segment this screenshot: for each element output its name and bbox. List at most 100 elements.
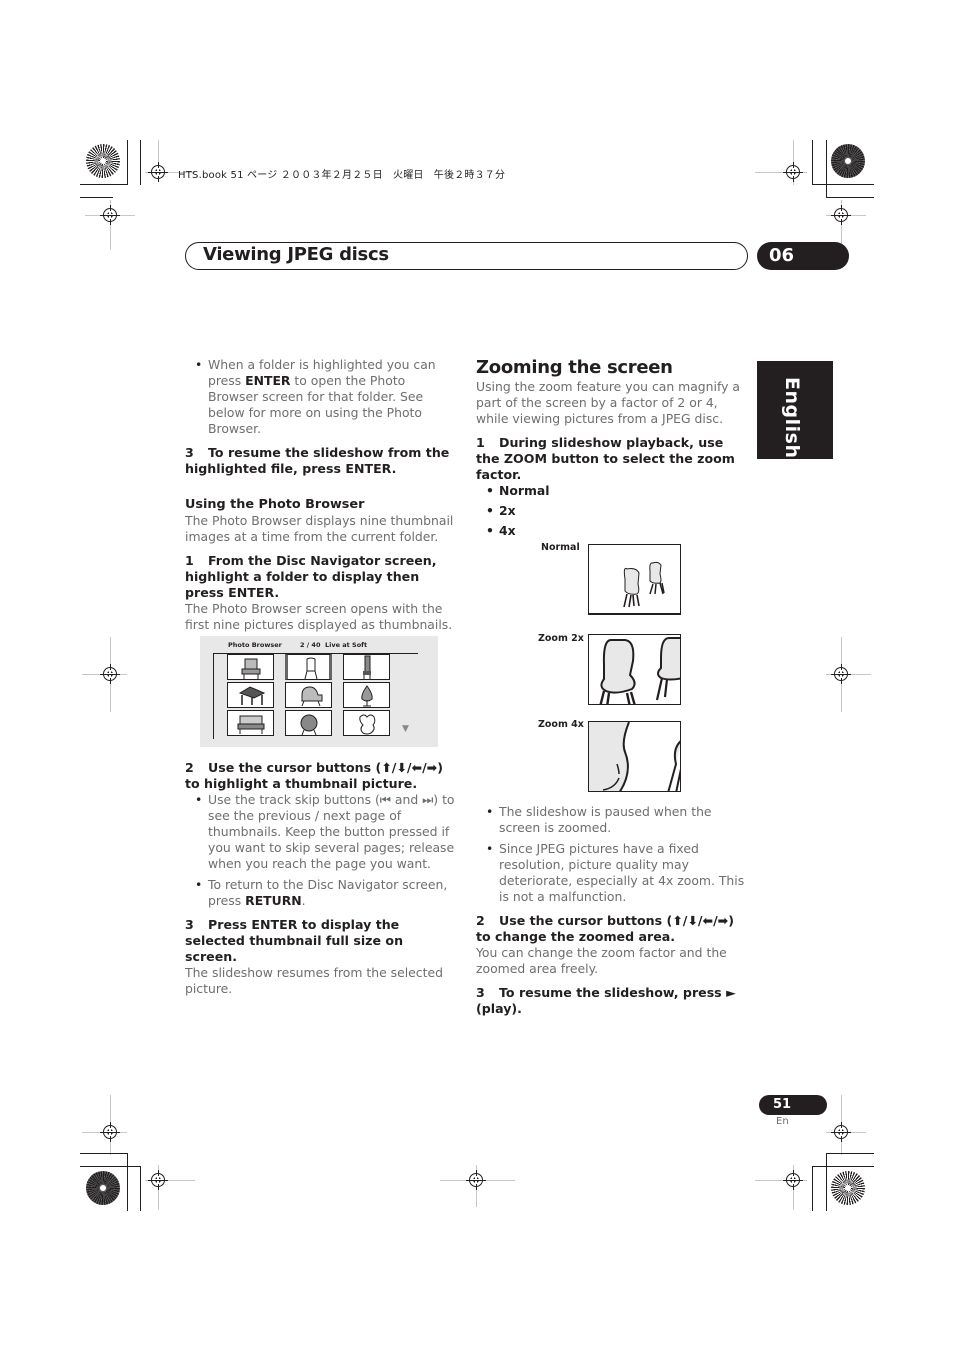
step-3-resume: 3 To resume the slideshow from the highli… (185, 445, 455, 477)
crop-line (826, 1153, 827, 1211)
step-number: 3 (476, 985, 485, 1000)
step-2-bullets: Use the track skip buttons (⏮ and ⏭) to … (185, 792, 455, 909)
thumbnail-round-chair[interactable] (285, 710, 332, 736)
list-item: When a folder is highlighted you can pre… (195, 357, 455, 437)
zoom-notes: The slideshow is paused when the screen … (476, 804, 748, 905)
list-item: To return to the Disc Navigator screen, … (195, 877, 455, 909)
page-language: En (776, 1116, 789, 1127)
tall-chair-icon (363, 655, 371, 680)
registration-target-icon (100, 1122, 120, 1142)
list-item: 4x (486, 523, 748, 539)
section-intro: The Photo Browser displays nine thumbnai… (185, 513, 454, 544)
crop-line (127, 1153, 128, 1211)
photo-browser-album: Live at Soft (325, 641, 368, 649)
step-2-zoom-area: 2 Use the cursor buttons (⬆/⬇/⬅/➡) to cha… (476, 913, 748, 945)
thumbnail-piano[interactable] (285, 682, 332, 708)
registration-target-icon (148, 1170, 168, 1190)
registration-target-icon (831, 664, 851, 684)
crop-line (140, 1166, 141, 1211)
step-2-body: You can change the zoom factor and the z… (476, 945, 727, 976)
chapter-title: Viewing JPEG discs (203, 244, 389, 265)
crop-line (80, 197, 113, 198)
crop-line (826, 197, 874, 198)
language-tab-label: English (781, 377, 803, 459)
step-3-enter: 3 Press ENTER to display the selected thu… (185, 917, 455, 965)
armchair-icon (241, 658, 261, 679)
crop-line (80, 1166, 140, 1167)
thumbnail-egg-chair[interactable] (343, 682, 390, 708)
thumbnail-table[interactable] (227, 682, 274, 708)
chapter-number: 06 (757, 242, 849, 270)
registration-starburst-icon (831, 144, 865, 178)
intro-bullet-list: When a folder is highlighted you can pre… (185, 357, 455, 437)
step-text: During slideshow playback, use the ZOOM … (476, 435, 735, 482)
figure-zoom-2x (588, 634, 681, 705)
print-header: HTS.book 51 ページ ２００３年２月２５日 火曜日 午後２時３７分 (178, 170, 506, 181)
step-text: To resume the slideshow, press ► (play). (476, 985, 736, 1016)
table-icon (238, 686, 266, 705)
step-number: 3 (185, 445, 194, 460)
chair-highlighted-icon (304, 657, 318, 680)
key-name: RETURN (245, 893, 302, 908)
figure-label-zoom-2x: Zoom 2x (538, 633, 584, 644)
crop-line (140, 140, 141, 185)
round-chair-icon (300, 714, 318, 736)
registration-target-icon (100, 205, 120, 225)
registration-target-icon (783, 1170, 803, 1190)
right-column-lower: The slideshow is paused when the screen … (476, 804, 748, 1017)
photo-browser-count: 2 / 40 (300, 641, 321, 649)
thumbnail-tall-chair[interactable] (343, 654, 390, 680)
registration-target-icon (100, 664, 120, 684)
list-item: 2x (486, 503, 748, 519)
figure-label-normal: Normal (541, 542, 580, 553)
bullet-text: . (301, 893, 306, 908)
photo-browser-screen: Photo Browser 2 / 40 Live at Soft ▼ (200, 636, 438, 747)
crop-line (812, 184, 874, 185)
registration-starburst-icon (86, 1171, 120, 1205)
registration-starburst-icon (831, 1171, 865, 1205)
bullet-text: Use the track skip buttons (⏮ and ⏭) to … (208, 792, 455, 871)
chairs-illustration (623, 561, 665, 608)
zoom-intro: Using the zoom feature you can magnify a… (476, 379, 740, 426)
crop-line (826, 140, 827, 198)
thumbnail-chair-highlighted[interactable] (285, 654, 332, 680)
egg-chair-icon (361, 685, 373, 707)
list-item: Normal (486, 483, 748, 499)
crop-line (812, 1166, 874, 1167)
step-1-body: The Photo Browser screen opens with the … (185, 601, 453, 632)
figure-label-zoom-4x: Zoom 4x (538, 719, 584, 730)
step-number: 3 (185, 917, 194, 932)
registration-target-icon (831, 1122, 851, 1142)
crop-line (812, 140, 813, 185)
left-column: When a folder is highlighted you can pre… (185, 357, 455, 633)
registration-target-icon (783, 162, 803, 182)
step-number: 2 (476, 913, 485, 928)
list-item: The slideshow is paused when the screen … (486, 804, 748, 836)
thumbnail-cloud-chair[interactable] (343, 710, 390, 736)
section-heading: Using the Photo Browser (185, 497, 365, 512)
right-column: Zooming the screen Using the zoom featur… (476, 357, 748, 539)
language-tab: English (757, 361, 833, 459)
cloud-chair-icon (359, 714, 376, 735)
registration-starburst-icon (86, 144, 120, 178)
step-number: 1 (476, 435, 485, 450)
step-1-zoom: 1 During slideshow playback, use the ZOOM… (476, 435, 748, 483)
figure-zoom-4x (588, 721, 681, 792)
page-number: 51 (759, 1095, 827, 1115)
crop-line (80, 1153, 127, 1154)
left-column-lower: 2 Use the cursor buttons (⬆/⬇/⬅/➡) to hig… (185, 760, 455, 997)
registration-target-icon (148, 162, 168, 182)
down-arrow-icon[interactable]: ▼ (402, 724, 409, 734)
crop-line (127, 140, 128, 185)
step-text: Use the cursor buttons (⬆/⬇/⬅/➡) to chan… (476, 913, 734, 944)
step-number: 1 (185, 553, 194, 568)
thumbnail-armchair[interactable] (227, 654, 274, 680)
divider (213, 653, 214, 739)
thumbnail-sofa[interactable] (227, 710, 274, 736)
key-name: ENTER (245, 373, 291, 388)
chairs-zoomed-illustration (589, 722, 680, 791)
chairs-illustration (599, 637, 680, 704)
step-number: 2 (185, 760, 194, 775)
zoom-options-list: Normal 2x 4x (476, 483, 748, 539)
registration-target-icon (466, 1170, 486, 1190)
